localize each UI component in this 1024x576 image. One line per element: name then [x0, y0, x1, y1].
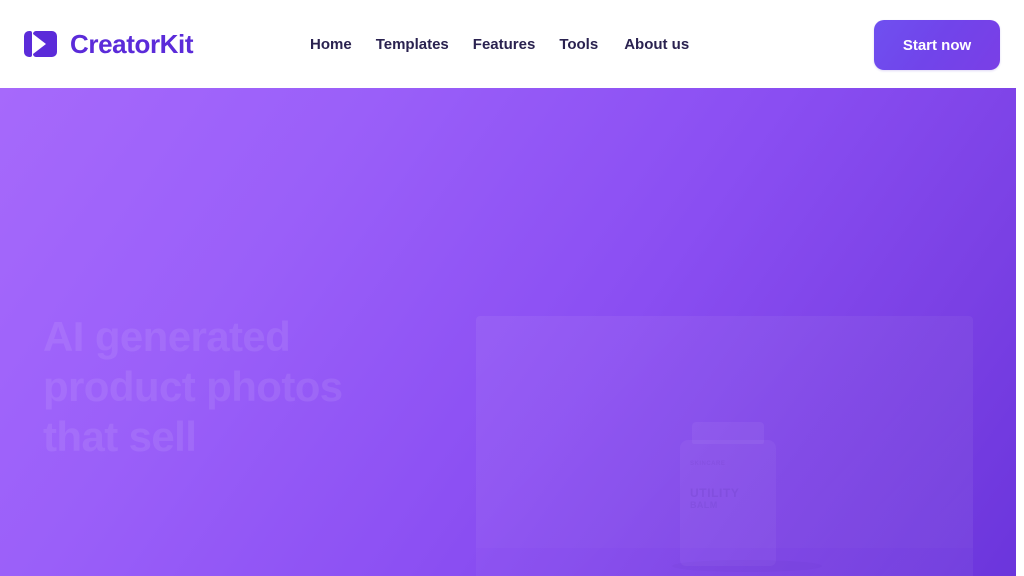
product-brand-text: SKINCARE — [690, 461, 726, 467]
brand-logo[interactable]: CreatorKit — [24, 29, 194, 59]
product-jar: SKINCARE UTILITY BALM — [680, 440, 776, 566]
nav-item-features[interactable]: Features — [473, 35, 536, 55]
site-header: CreatorKit Home Templates Features Tools… — [0, 0, 1024, 88]
nav-item-about-us[interactable]: About us — [624, 35, 689, 55]
hero-product-image: SKINCARE UTILITY BALM — [476, 316, 973, 576]
hero-headline-line-2: product photos — [43, 363, 343, 410]
start-now-button[interactable]: Start now — [874, 20, 1000, 70]
product-shadow — [672, 560, 822, 572]
page-right-edge — [1016, 88, 1024, 576]
nav-item-home[interactable]: Home — [310, 35, 352, 55]
hero-headline-line-1: AI generated — [43, 313, 291, 360]
landing-page: CreatorKit Home Templates Features Tools… — [0, 0, 1024, 576]
hero-headline: AI generated product photos that sell — [43, 312, 463, 462]
play-badge-icon — [24, 31, 57, 57]
logo-sliver-shape — [24, 31, 32, 57]
main-navigation: Home Templates Features Tools About us — [310, 35, 689, 55]
product-label-text: UTILITY — [690, 486, 740, 500]
product-sublabel-text: BALM — [690, 500, 718, 510]
nav-item-templates[interactable]: Templates — [376, 35, 449, 55]
hero-headline-line-3: that sell — [43, 413, 197, 460]
brand-name: CreatorKit — [70, 29, 194, 59]
nav-item-tools[interactable]: Tools — [559, 35, 598, 55]
logo-body-shape — [33, 31, 57, 57]
hero-section: AI generated product photos that sell SK… — [0, 88, 1016, 576]
